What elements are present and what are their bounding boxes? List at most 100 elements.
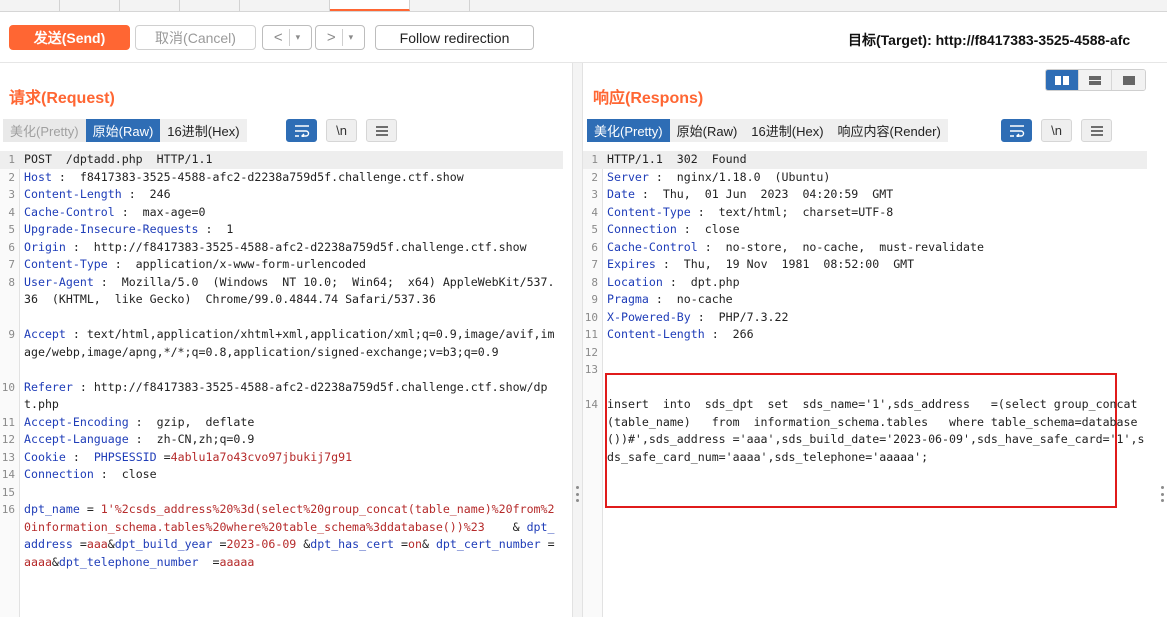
- token-param: 2023-06-09: [226, 537, 297, 551]
- code-line[interactable]: 3 Content-Length : 246: [0, 186, 563, 204]
- code-line[interactable]: 10 Referer : http://f8417383-3525-4588-af…: [0, 379, 563, 414]
- code-line[interactable]: 12 Accept-Language : zh-CN,zh;q=0.9: [0, 431, 563, 449]
- token-param: aaaa: [24, 554, 52, 569]
- line-number: 7: [591, 258, 598, 271]
- code-line[interactable]: 13 Cookie : PHPSESSID =4ablu1a7o43cvo97jb…: [0, 449, 563, 467]
- forward-button[interactable]: > ▾: [315, 25, 365, 50]
- code-line[interactable]: 4 Content-Type : text/html; charset=UTF-8: [583, 204, 1147, 222]
- code-line[interactable]: 15: [0, 484, 563, 502]
- token-value: &: [484, 519, 527, 534]
- tab-render[interactable]: 响应内容(Render): [830, 119, 948, 142]
- layout-stacked-button[interactable]: [1079, 70, 1112, 90]
- code-line[interactable]: 7 Content-Type : application/x-www-form-u…: [0, 256, 563, 274]
- code-line[interactable]: 1 HTTP/1.1 302 Found: [583, 151, 1147, 169]
- token-key: User-Agent: [24, 274, 94, 289]
- code-line[interactable]: 8 User-Agent : Mozilla/5.0 (Windows NT 10…: [0, 274, 563, 327]
- code-line[interactable]: 5 Connection : close: [583, 221, 1147, 239]
- token-value: HTTP/1.1 302 Found: [607, 152, 747, 166]
- request-view-tabs: 美化(Pretty) 原始(Raw) 16进制(Hex): [3, 119, 247, 142]
- repeater-tab-strip: [0, 0, 1167, 12]
- token-value: =: [394, 537, 408, 551]
- wrap-lines-button[interactable]: [1001, 119, 1032, 142]
- token-value: : no-cache: [648, 292, 733, 306]
- repeater-tab[interactable]: [0, 0, 60, 11]
- line-text: Content-Type : application/x-www-form-ur…: [24, 256, 561, 274]
- token-value: : http://f8417383-3525-4588-afc2-d2238a7…: [24, 379, 548, 412]
- token-value: : application/x-www-form-urlencoded: [107, 257, 367, 271]
- code-line[interactable]: 14 Connection : close: [0, 466, 563, 484]
- layout-stacked-icon: [1089, 75, 1101, 85]
- line-text: Content-Type : text/html; charset=UTF-8: [607, 204, 1145, 222]
- tab-raw[interactable]: 原始(Raw): [669, 119, 745, 142]
- request-editor[interactable]: 1 POST /dptadd.php HTTP/1.1 2 Host : f84173…: [0, 151, 563, 617]
- menu-button[interactable]: [366, 119, 397, 142]
- token-value: : 1: [198, 222, 234, 236]
- tab-hex[interactable]: 16进制(Hex): [744, 119, 831, 142]
- code-line[interactable]: 6 Cache-Control : no-store, no-cache, mus…: [583, 239, 1147, 257]
- token-key: Content-Type: [24, 257, 108, 271]
- cancel-button[interactable]: 取消(Cancel): [135, 25, 256, 50]
- wrap-lines-icon: [1009, 124, 1024, 137]
- line-number: 11: [1, 415, 15, 429]
- tab-pretty[interactable]: 美化(Pretty): [3, 119, 86, 142]
- line-number: 8: [8, 275, 15, 289]
- target-label[interactable]: 目标(Target): http://f8417383-3525-4588-af…: [848, 30, 1130, 50]
- layout-side-by-side-button[interactable]: [1046, 70, 1079, 90]
- code-line[interactable]: 1 POST /dptadd.php HTTP/1.1: [0, 151, 563, 169]
- follow-redirection-button[interactable]: Follow redirection: [375, 25, 534, 50]
- code-line[interactable]: 8 Location : dpt.php: [583, 274, 1147, 292]
- drag-handle-icon[interactable]: [1161, 486, 1164, 502]
- repeater-tab-active[interactable]: [330, 0, 410, 11]
- token-value: POST /dptadd.php HTTP/1.1: [24, 152, 213, 166]
- token-key: dpt_cert_number: [435, 537, 541, 551]
- newline-button[interactable]: \n: [1041, 119, 1072, 142]
- back-button[interactable]: < ▾: [262, 25, 312, 50]
- code-line[interactable]: 12: [583, 344, 1147, 362]
- tab-hex[interactable]: 16进制(Hex): [160, 119, 247, 142]
- token-value: =: [198, 554, 220, 569]
- code-line[interactable]: 6 Origin : http://f8417383-3525-4588-afc2…: [0, 239, 563, 257]
- code-line[interactable]: 9 Accept : text/html,application/xhtml+xm…: [0, 326, 563, 379]
- pane-splitter[interactable]: [572, 63, 583, 617]
- wrap-lines-icon: [294, 124, 309, 137]
- code-line[interactable]: 4 Cache-Control : max-age=0: [0, 204, 563, 222]
- code-line[interactable]: 3 Date : Thu, 01 Jun 2023 04:20:59 GMT: [583, 186, 1147, 204]
- repeater-tab[interactable]: [60, 0, 120, 11]
- code-line[interactable]: 2 Server : nginx/1.18.0 (Ubuntu): [583, 169, 1147, 187]
- layout-single-button[interactable]: [1112, 70, 1145, 90]
- repeater-tab[interactable]: [240, 0, 330, 11]
- line-number: 9: [591, 293, 598, 306]
- tab-raw[interactable]: 原始(Raw): [85, 119, 161, 142]
- line-number: 12: [1, 433, 15, 446]
- code-line[interactable]: 11 Content-Length : 266: [583, 326, 1147, 344]
- code-line[interactable]: 11 Accept-Encoding : gzip, deflate: [0, 414, 563, 432]
- code-line[interactable]: 13: [583, 361, 1147, 396]
- repeater-tab[interactable]: [120, 0, 180, 11]
- tab-pretty[interactable]: 美化(Pretty): [587, 119, 670, 142]
- code-line[interactable]: 2 Host : f8417383-3525-4588-afc2-d2238a75…: [0, 169, 563, 187]
- chevron-down-icon[interactable]: ▾: [296, 32, 301, 43]
- send-button[interactable]: 发送(Send): [9, 25, 130, 50]
- token-value: : no-store, no-cache, must-revalidate: [697, 239, 984, 254]
- line-number: 11: [584, 328, 598, 341]
- code-line[interactable]: 7 Expires : Thu, 19 Nov 1981 08:52:00 GMT: [583, 256, 1147, 274]
- token-param: aaaaa: [219, 554, 255, 569]
- code-line[interactable]: 14 insert into sds_dpt set sds_name='1',s…: [583, 396, 1147, 484]
- chevron-down-icon[interactable]: ▾: [349, 32, 354, 43]
- code-line[interactable]: 10 X-Powered-By : PHP/7.3.22: [583, 309, 1147, 327]
- response-editor[interactable]: 1 HTTP/1.1 302 Found 2 Server : nginx/1.18.…: [583, 151, 1147, 617]
- line-text: Accept-Language : zh-CN,zh;q=0.9: [24, 431, 561, 449]
- code-line[interactable]: 9 Pragma : no-cache: [583, 291, 1147, 309]
- code-line[interactable]: 5 Upgrade-Insecure-Requests : 1: [0, 221, 563, 239]
- token-value: : nginx/1.18.0 (Ubuntu): [648, 169, 831, 184]
- line-number: 4: [591, 205, 598, 219]
- newline-button[interactable]: \n: [326, 119, 357, 142]
- drag-handle-icon[interactable]: [576, 486, 579, 502]
- code-line[interactable]: 16 dpt_name = 1'%2csds_address%20%3d(sele…: [0, 501, 563, 589]
- line-text: Referer : http://f8417383-3525-4588-afc2…: [24, 379, 561, 414]
- token-value: =: [212, 537, 227, 551]
- menu-button[interactable]: [1081, 119, 1112, 142]
- wrap-lines-button[interactable]: [286, 119, 317, 142]
- repeater-tab-more[interactable]: [410, 0, 470, 11]
- repeater-tab[interactable]: [180, 0, 240, 11]
